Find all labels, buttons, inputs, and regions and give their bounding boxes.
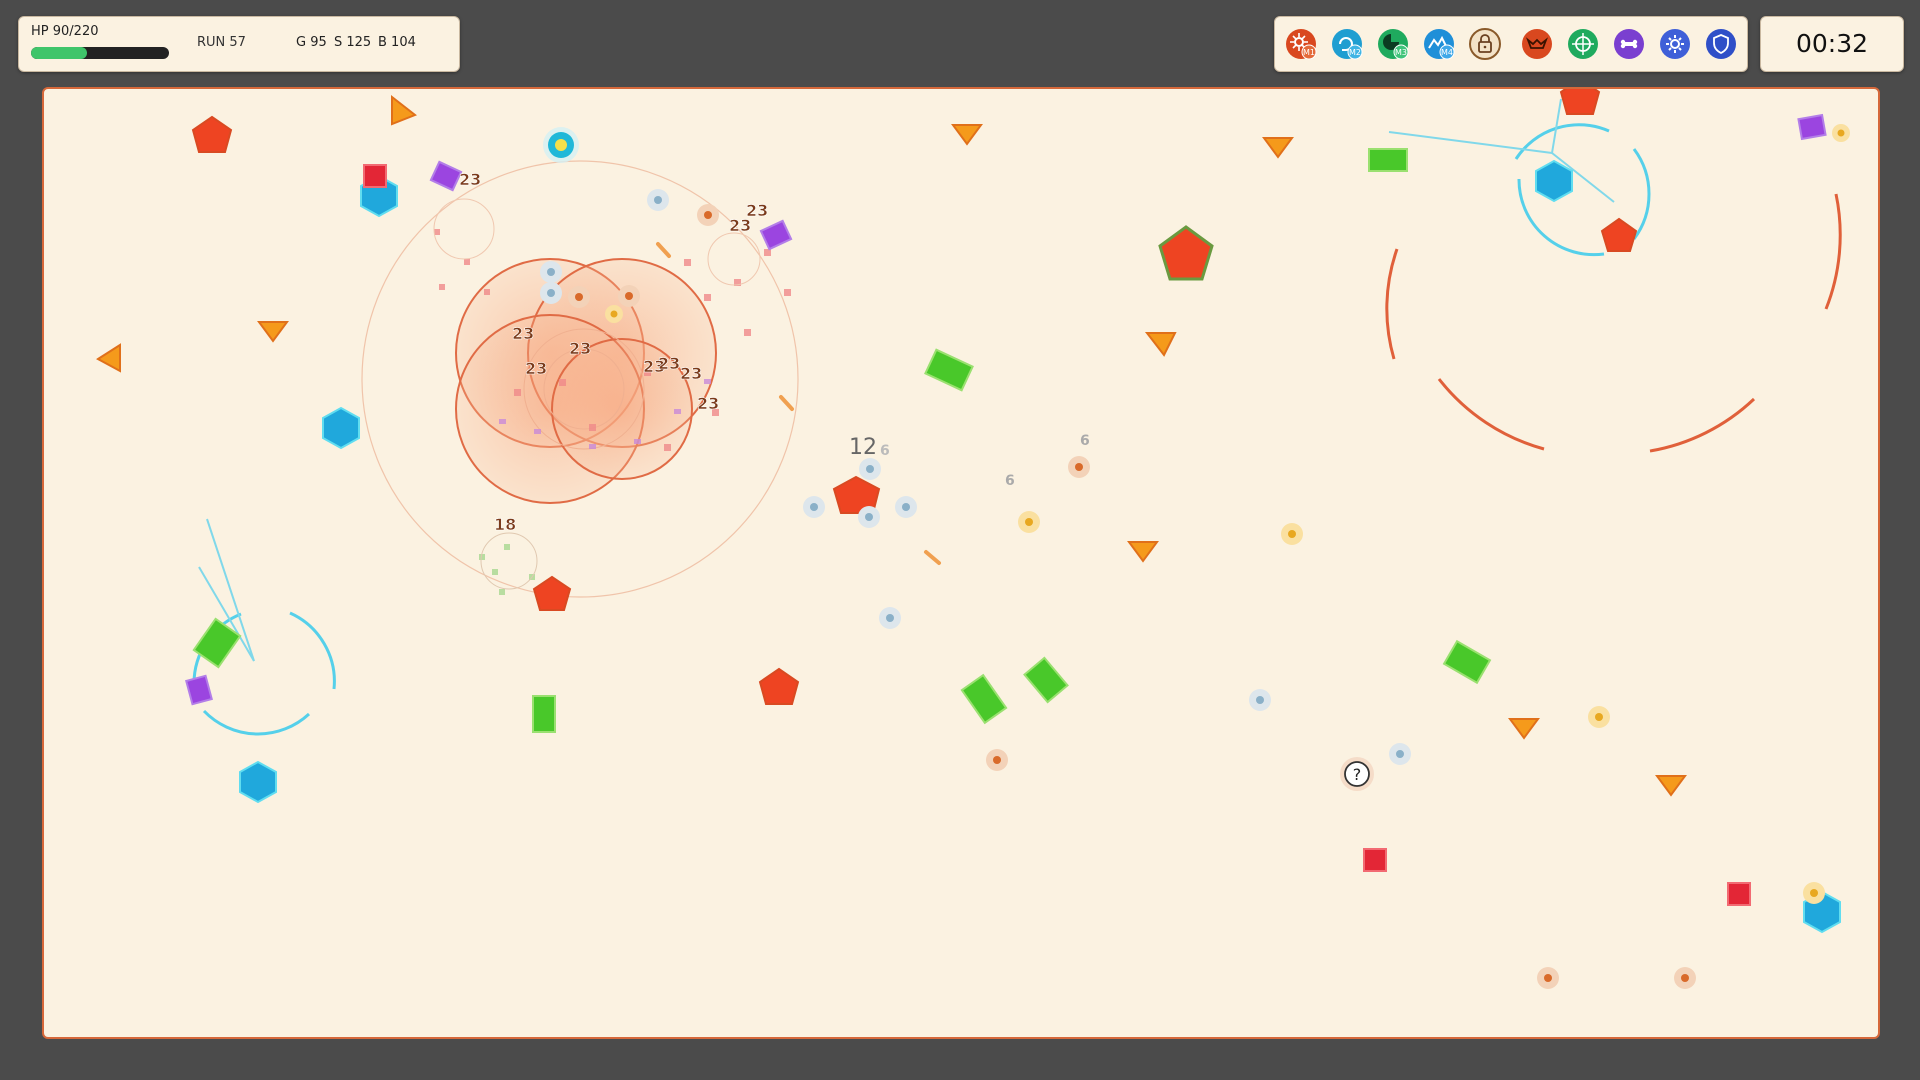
- lock-icon: [1469, 28, 1501, 60]
- ability-slot-dash[interactable]: M2: [1331, 28, 1363, 60]
- damage-number: 18: [494, 515, 516, 534]
- mystery-icon: ?: [1353, 765, 1362, 784]
- ability-slot-locked[interactable]: [1469, 28, 1501, 60]
- sunburst-icon: M1: [1286, 29, 1317, 60]
- damage-number: 23: [512, 324, 534, 343]
- damage-number: 23: [658, 354, 680, 373]
- damage-number: 23: [680, 364, 702, 383]
- ability-badge: M3: [1395, 48, 1407, 57]
- wings-icon: [1522, 29, 1552, 59]
- radar-icon: M3: [1378, 29, 1409, 60]
- mystery-item: ?: [1340, 757, 1374, 791]
- bronze-label: B 104: [378, 35, 416, 50]
- hp-bar: [31, 47, 169, 59]
- ability-slot-wave[interactable]: M4: [1423, 28, 1455, 60]
- damage-number: 23: [525, 359, 547, 378]
- small-aura: [433, 198, 495, 260]
- mountain-icon: M4: [1424, 29, 1455, 60]
- player-orb: [543, 127, 579, 163]
- ability-badge: M2: [1349, 48, 1361, 57]
- damage-number: 6: [1080, 433, 1090, 449]
- gear-icon: [1660, 29, 1690, 59]
- ability-bar: M1 M2 M3 M4: [1274, 16, 1748, 72]
- enemy-formation-top-right: [1385, 98, 1842, 453]
- enemy-purple-diamonds: [185, 113, 1827, 706]
- hp-bar-fill: [31, 47, 88, 59]
- enemy-red-pentagons: [191, 89, 1638, 705]
- hp-label: HP 90/220: [31, 24, 99, 39]
- bone-icon: [1614, 29, 1644, 59]
- enemy-elite-pentagon: [1158, 225, 1214, 281]
- shield-icon: [1706, 29, 1736, 59]
- run-timer: 00:32: [1795, 29, 1869, 58]
- gold-label: G 95: [296, 35, 327, 50]
- damage-number: 23: [459, 170, 481, 189]
- damage-number: 6: [1005, 473, 1015, 489]
- small-aura: [480, 532, 538, 590]
- ability-badge: M1: [1303, 48, 1315, 57]
- ability-slot-burst[interactable]: M1: [1285, 28, 1317, 60]
- damage-number: 23: [697, 394, 719, 413]
- crosshair-icon: [1568, 29, 1598, 59]
- arena[interactable]: ? 23 23 23 23 23 23 23 23 23 23 23 18 12…: [42, 87, 1880, 1039]
- silver-label: S 125: [334, 35, 372, 50]
- ability-slot-crest[interactable]: [1521, 28, 1553, 60]
- ability-slot-radar[interactable]: M3: [1377, 28, 1409, 60]
- damage-number: 23: [569, 339, 591, 358]
- damage-number: 23: [729, 216, 751, 235]
- damage-number-crit: 12: [849, 435, 877, 460]
- ability-slot-bone[interactable]: [1613, 28, 1645, 60]
- ability-badge: M4: [1441, 48, 1453, 57]
- ability-slot-target[interactable]: [1567, 28, 1599, 60]
- stats-panel: HP 90/220 RUN 57 G 95 S 125 B 104: [18, 16, 460, 72]
- enemy-blue-hexagons: [239, 159, 1841, 934]
- ability-slot-shield[interactable]: [1705, 28, 1737, 60]
- timer-panel: 00:32: [1760, 16, 1904, 72]
- swirl-icon: M2: [1332, 29, 1363, 60]
- ability-slot-gear[interactable]: [1659, 28, 1691, 60]
- damage-number: 6: [880, 443, 890, 459]
- arena-canvas: ? 23 23 23 23 23 23 23 23 23 23 23 18 12…: [96, 89, 1850, 989]
- small-aura: [707, 232, 761, 286]
- run-label: RUN 57: [197, 35, 246, 50]
- enemy-green-blocks: [192, 148, 1492, 733]
